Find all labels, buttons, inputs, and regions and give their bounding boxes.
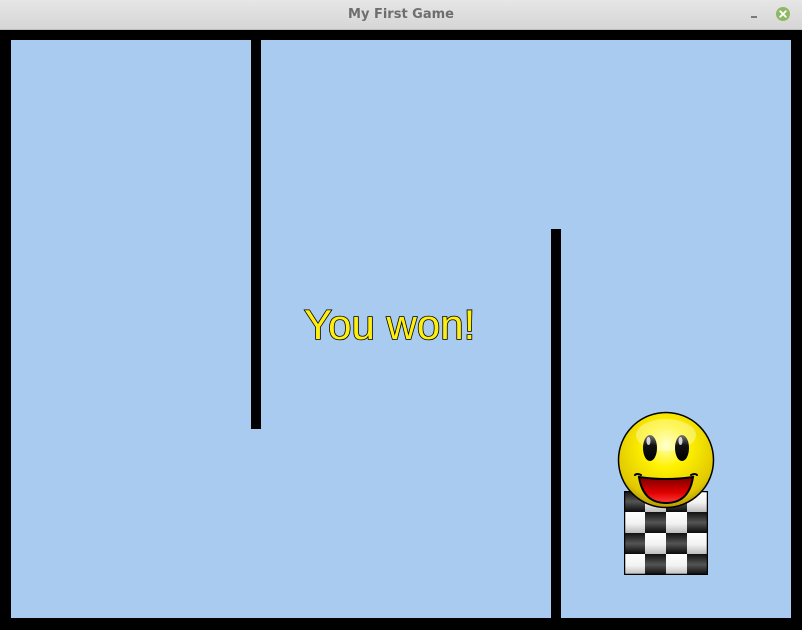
minimize-icon bbox=[751, 16, 757, 18]
maze-wall-left bbox=[251, 40, 261, 429]
checker-square bbox=[624, 512, 645, 533]
close-icon bbox=[779, 10, 787, 18]
title-bar[interactable]: My First Game bbox=[0, 0, 802, 30]
win-message: You won! bbox=[303, 300, 476, 349]
smiley-face-icon bbox=[617, 411, 715, 509]
checker-square bbox=[624, 533, 645, 554]
checker-square bbox=[666, 512, 687, 533]
close-button[interactable] bbox=[776, 7, 790, 21]
maze-wall-right bbox=[551, 229, 561, 630]
checker-square bbox=[666, 554, 687, 575]
checker-square bbox=[666, 533, 687, 554]
checker-square bbox=[645, 533, 666, 554]
checker-square bbox=[645, 512, 666, 533]
minimize-button[interactable] bbox=[746, 6, 762, 22]
checker-square bbox=[624, 554, 645, 575]
game-window: My First Game You won! bbox=[0, 0, 802, 630]
checker-square bbox=[687, 554, 708, 575]
checker-square bbox=[687, 533, 708, 554]
window-title: My First Game bbox=[348, 7, 454, 22]
checker-square bbox=[687, 512, 708, 533]
checker-square bbox=[645, 554, 666, 575]
